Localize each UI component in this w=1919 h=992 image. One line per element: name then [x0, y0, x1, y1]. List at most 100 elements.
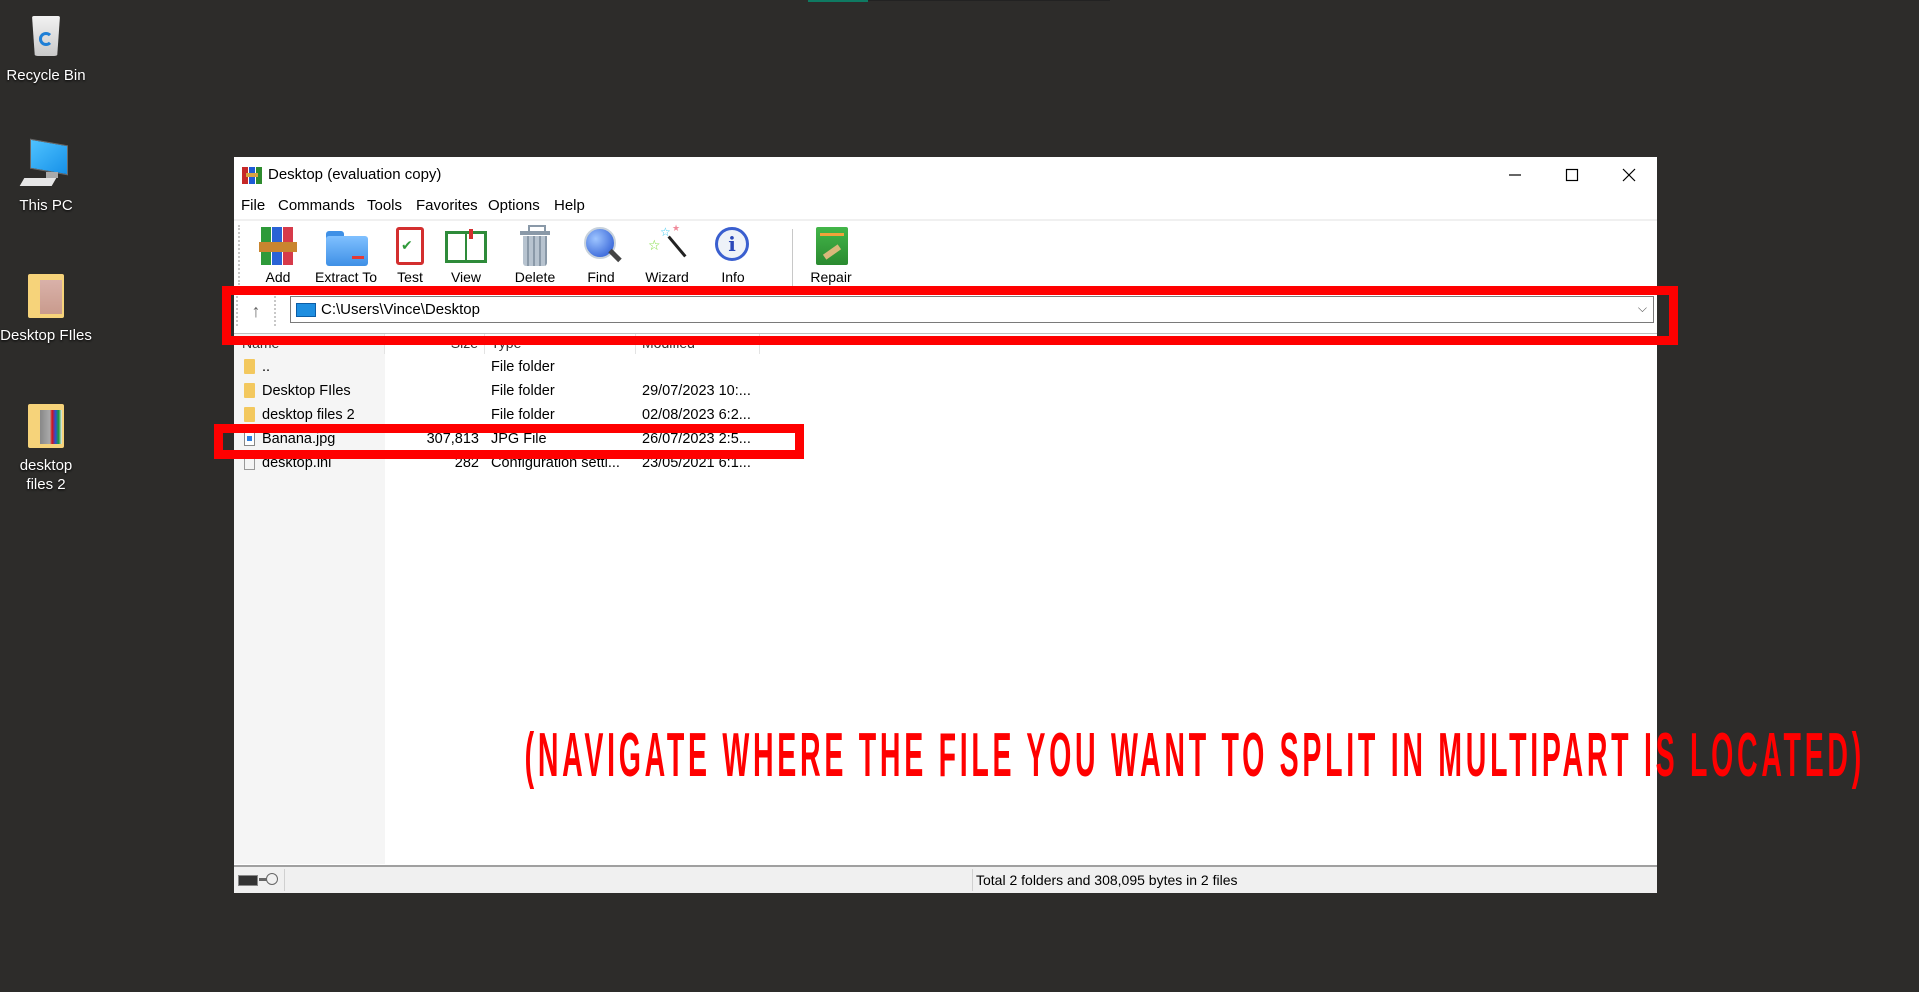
- add-label: Add: [265, 269, 291, 285]
- info-icon: i: [712, 225, 754, 267]
- menu-bar: File Commands Tools Favorites Options He…: [234, 195, 1657, 218]
- window-title: Desktop (evaluation copy): [268, 166, 442, 183]
- file-size: 282: [454, 455, 479, 471]
- folder-icon: [244, 407, 255, 422]
- toolbar-separator: [792, 229, 793, 287]
- folder-icon: [244, 383, 255, 398]
- menu-help[interactable]: Help: [554, 197, 585, 214]
- magic-wand-icon: ☆ ☆ ★: [646, 223, 688, 267]
- file-modified: 23/05/2021 6:1...: [642, 455, 751, 471]
- find-button[interactable]: Find: [568, 225, 634, 289]
- column-modified[interactable]: Modified: [636, 334, 760, 354]
- wizard-button[interactable]: ☆ ☆ ★ Wizard: [634, 223, 700, 289]
- address-bar[interactable]: C:\Users\Vince\Desktop ⌵: [290, 296, 1654, 323]
- address-row: ↑ C:\Users\Vince\Desktop ⌵: [234, 294, 1657, 328]
- toolbar-grip[interactable]: [238, 225, 242, 285]
- trash-icon: [514, 225, 556, 267]
- taskbar-active-indicator: [808, 0, 868, 2]
- menu-file[interactable]: File: [241, 197, 265, 214]
- menu-favorites[interactable]: Favorites: [416, 197, 478, 214]
- column-name[interactable]: Name: [234, 334, 385, 354]
- maximize-button[interactable]: [1544, 157, 1600, 193]
- file-name: ..: [262, 359, 271, 375]
- extract-folder-icon: [325, 225, 368, 267]
- file-row-banana-jpg[interactable]: Banana.jpg 307,813 JPG File 26/07/2023 2…: [234, 428, 1034, 452]
- status-divider: [972, 869, 973, 891]
- menu-options[interactable]: Options: [488, 197, 540, 214]
- delete-label: Delete: [514, 269, 556, 285]
- add-button[interactable]: Add: [245, 225, 311, 289]
- repair-button[interactable]: Repair: [798, 225, 864, 289]
- file-type: JPG File: [491, 431, 547, 447]
- address-path[interactable]: C:\Users\Vince\Desktop: [321, 301, 480, 318]
- file-type: File folder: [491, 407, 555, 423]
- close-button[interactable]: [1601, 157, 1657, 193]
- file-name: desktop.ini: [262, 455, 332, 471]
- view-button[interactable]: View: [433, 225, 499, 289]
- minimize-button[interactable]: [1487, 157, 1543, 193]
- file-row[interactable]: desktop.ini 282 Configuration setti... 2…: [234, 452, 1034, 476]
- menu-tools[interactable]: Tools: [367, 197, 402, 214]
- desktop-icon-label: This PC: [19, 197, 73, 214]
- file-size: 307,813: [426, 431, 479, 447]
- view-label: View: [450, 269, 482, 285]
- close-icon: [1622, 168, 1636, 182]
- desktop-icon-this-pc[interactable]: This PC: [0, 138, 92, 215]
- repair-kit-icon: [810, 225, 852, 267]
- file-name: Banana.jpg: [262, 431, 336, 447]
- status-bar: Total 2 folders and 308,095 bytes in 2 f…: [234, 865, 1657, 893]
- computer-icon: [19, 138, 72, 192]
- desktop-icon-label: desktop files 2: [19, 457, 73, 493]
- status-summary: Total 2 folders and 308,095 bytes in 2 f…: [976, 872, 1238, 888]
- file-row[interactable]: desktop files 2 File folder 02/08/2023 6…: [234, 404, 1034, 428]
- title-bar[interactable]: Desktop (evaluation copy): [234, 157, 1657, 193]
- file-type: File folder: [491, 359, 555, 375]
- chevron-down-icon[interactable]: ⌵: [1638, 301, 1647, 316]
- toolbar: Add Extract To ✔ Test View Delete Find ☆…: [234, 221, 1657, 291]
- desktop-icon-desktop-files-2[interactable]: desktop files 2: [0, 400, 92, 494]
- status-divider: [284, 869, 285, 891]
- magnifier-icon: [580, 225, 622, 267]
- image-file-icon: [244, 431, 255, 446]
- folder-icon: [244, 359, 255, 374]
- file-modified: 29/07/2023 10:...: [642, 383, 751, 399]
- desktop-icon-label: Desktop FIles: [0, 327, 92, 344]
- maximize-icon: [1565, 168, 1579, 182]
- up-one-level-button[interactable]: ↑: [236, 296, 276, 326]
- folder-icon: [20, 270, 72, 322]
- add-archive-icon: [257, 225, 299, 267]
- computer-icon: [296, 303, 316, 317]
- delete-button[interactable]: Delete: [502, 225, 568, 289]
- menu-commands[interactable]: Commands: [278, 197, 355, 214]
- extract-to-button[interactable]: Extract To: [313, 225, 379, 289]
- file-row[interactable]: Desktop FIles File folder 29/07/2023 10:…: [234, 380, 1034, 404]
- desktop-icon-desktop-files[interactable]: Desktop FIles: [0, 270, 92, 345]
- winrar-logo-icon: [242, 167, 262, 184]
- column-type[interactable]: Type: [485, 334, 636, 354]
- repair-label: Repair: [810, 269, 852, 285]
- column-header: Name Size Type Modified: [234, 334, 1657, 354]
- file-name: Desktop FIles: [262, 383, 351, 399]
- minimize-icon: [1509, 174, 1521, 176]
- column-size[interactable]: Size: [385, 334, 485, 354]
- desktop-icon-recycle-bin[interactable]: Recycle Bin: [0, 10, 92, 85]
- taskbar-edge: [868, 0, 1110, 1]
- desktop-icon-label: Recycle Bin: [6, 67, 86, 84]
- test-clipboard-icon: ✔: [389, 225, 431, 267]
- info-button[interactable]: i Info: [700, 225, 766, 289]
- view-book-icon: [445, 225, 487, 267]
- file-type: File folder: [491, 383, 555, 399]
- drive-key-icon: [238, 873, 282, 889]
- file-modified: 26/07/2023 2:5...: [642, 431, 751, 447]
- file-type: Configuration setti...: [491, 455, 620, 471]
- recycle-bin-icon: [20, 10, 72, 62]
- instruction-annotation: (NAVIGATE WHERE THE FILE YOU WANT TO SPL…: [524, 719, 1865, 790]
- extract-to-label: Extract To: [315, 269, 377, 285]
- file-modified: 02/08/2023 6:2...: [642, 407, 751, 423]
- folder-icon: [20, 400, 72, 452]
- file-row[interactable]: .. File folder: [234, 356, 1034, 380]
- file-name: desktop files 2: [262, 407, 355, 423]
- settings-file-icon: [244, 455, 255, 470]
- info-label: Info: [721, 269, 745, 285]
- wizard-label: Wizard: [645, 269, 689, 285]
